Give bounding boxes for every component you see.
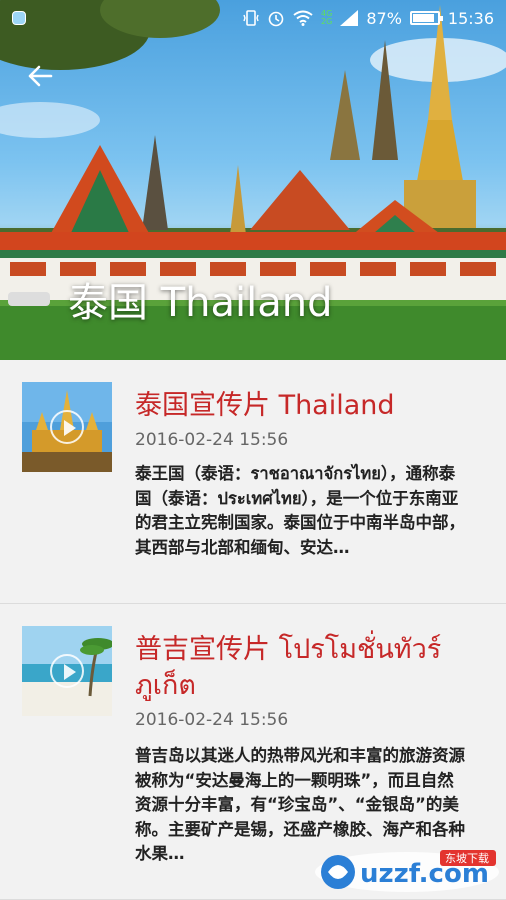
svg-text:东坡下载: 东坡下载	[445, 852, 489, 865]
page-title: 泰国 Thailand	[68, 280, 333, 326]
battery-icon	[409, 11, 443, 25]
play-icon	[50, 654, 84, 688]
watermark-logo: uzzf.com 东坡下载	[312, 846, 502, 894]
status-bar: 4G 2G 87% 15:36	[0, 0, 506, 36]
signal-icon	[340, 10, 359, 26]
app-notification-icon	[12, 11, 26, 25]
video-list: 泰国宣传片 Thailand 2016-02-24 15:56 泰王国（泰语：ร…	[0, 360, 506, 900]
item-date: 2016-02-24 15:56	[135, 710, 289, 730]
item-title[interactable]: 普吉宣传片 โปรโมชั่นทัวร์ภูเก็ต	[135, 632, 475, 704]
play-icon	[50, 410, 84, 444]
wifi-icon	[293, 10, 313, 26]
video-thumbnail[interactable]	[22, 626, 112, 716]
item-title[interactable]: 泰国宣传片 Thailand	[135, 388, 475, 424]
item-description: 泰王国（泰语：ราชอาณาจักรไทย），通称泰国（泰语：ประเทศไทย…	[135, 464, 465, 557]
network-type-indicator: 4G 2G	[321, 10, 332, 26]
battery-percent: 87%	[366, 8, 402, 28]
arrow-left-icon	[28, 65, 53, 87]
alarm-icon	[268, 11, 284, 27]
network-bottom-label: 2G	[321, 17, 333, 26]
vibrate-icon	[243, 10, 259, 26]
clock: 15:36	[447, 8, 494, 28]
back-button[interactable]	[20, 56, 60, 96]
item-date: 2016-02-24 15:56	[135, 430, 289, 450]
header-hero: 4G 2G 87% 15:36 泰国 Thailand	[0, 0, 506, 360]
list-item[interactable]: 泰国宣传片 Thailand 2016-02-24 15:56 泰王国（泰语：ร…	[0, 360, 506, 604]
video-thumbnail[interactable]	[22, 382, 112, 472]
